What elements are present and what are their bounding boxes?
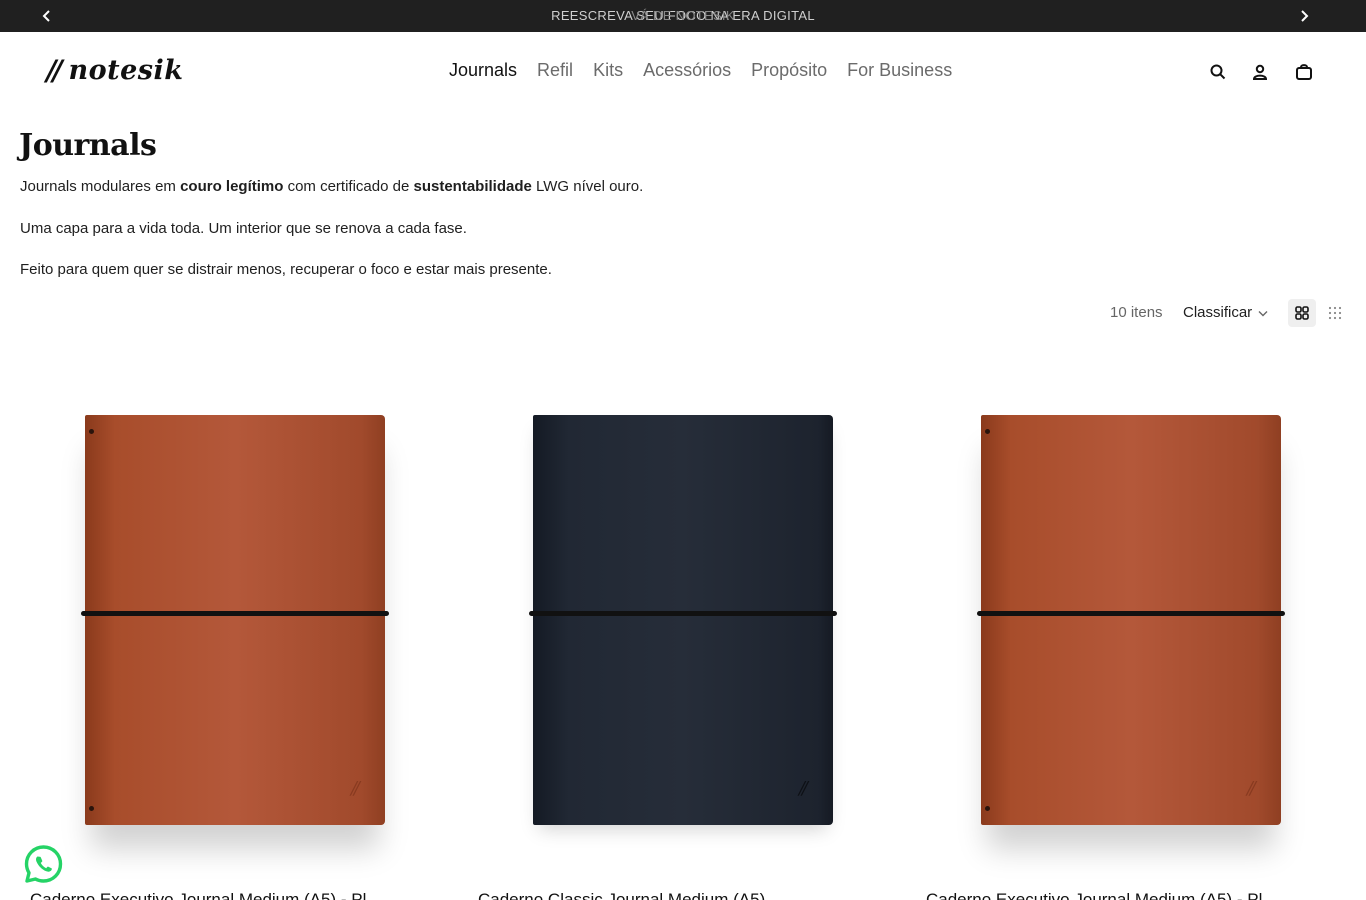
product-image[interactable]: // — [468, 360, 898, 880]
brand-mark-icon: // — [1246, 778, 1256, 799]
binding-hole — [985, 806, 990, 811]
grid-4-view-button[interactable] — [1321, 299, 1349, 327]
logo-slashes: // — [46, 53, 63, 87]
nav-item-proposito[interactable]: Propósito — [751, 58, 827, 82]
header-icons — [1206, 60, 1316, 84]
search-icon — [1210, 64, 1226, 80]
notebook-cover-brown: // — [977, 415, 1285, 825]
intro-text: com certificado de — [283, 178, 414, 195]
nav-item-journals[interactable]: Journals — [449, 58, 517, 82]
elastic-band — [977, 611, 1285, 616]
brand-mark-icon: // — [350, 778, 360, 799]
sort-dropdown[interactable]: Classificar — [1183, 303, 1268, 323]
whatsapp-icon — [24, 845, 63, 883]
chevron-down-icon — [1258, 310, 1268, 316]
account-icon — [1252, 64, 1268, 80]
binding-hole — [985, 429, 990, 434]
whatsapp-button[interactable] — [23, 844, 64, 885]
intro-text: Journals modulares em — [20, 178, 181, 195]
intro-paragraph-2: Uma capa para a vida toda. Um interior q… — [20, 220, 467, 237]
announcement-bar: REESCREVA SEU FOCO NA ERA DIGITAL VÁ DE … — [0, 0, 1366, 32]
brand-mark-icon: // — [798, 778, 808, 799]
page-title: Journals — [19, 128, 157, 163]
logo-text: notesik — [68, 54, 184, 86]
item-count: 10 itens — [1110, 304, 1163, 321]
intro-paragraph-1: Journals modulares em couro legítimo com… — [20, 177, 643, 197]
nav-item-for-business[interactable]: For Business — [847, 58, 952, 82]
site-header: // notesik Journals Refil Kits Acessório… — [0, 32, 1366, 110]
nav-item-kits[interactable]: Kits — [593, 58, 623, 82]
grid-4-icon — [1328, 306, 1342, 320]
nav-item-acessorios[interactable]: Acessórios — [643, 58, 731, 82]
intro-bold-text: couro legítimo — [180, 178, 284, 195]
announcement-next-button[interactable] — [1288, 0, 1320, 32]
intro-paragraph-3: Feito para quem quer se distrair menos, … — [20, 261, 552, 278]
logo[interactable]: // notesik — [46, 52, 183, 88]
account-button[interactable] — [1248, 60, 1272, 84]
notebook-cover-black: // — [529, 415, 837, 825]
product-name[interactable]: Caderno Executivo Journal Medium (A5) - … — [30, 890, 366, 900]
binding-hole — [89, 429, 94, 434]
product-name[interactable]: Caderno Classic Journal Medium (A5) — [478, 890, 765, 900]
nav-item-refil[interactable]: Refil — [537, 58, 573, 82]
product-image[interactable]: // — [916, 360, 1346, 880]
product-card[interactable]: // Caderno Classic Journal Medium (A5) — [468, 360, 898, 900]
grid-2-view-button[interactable] — [1288, 299, 1316, 327]
intro-text: LWG nível ouro. — [531, 178, 644, 195]
announcement-message-next: VÁ DE NOTESIK — [631, 8, 735, 23]
cart-icon — [1296, 64, 1312, 80]
intro-bold-text: sustentabilidade — [413, 178, 532, 195]
product-card[interactable]: // Caderno Executivo Journal Medium (A5)… — [916, 360, 1346, 900]
notebook-cover-brown: // — [81, 415, 389, 825]
chevron-right-icon — [1301, 10, 1309, 22]
binding-hole — [89, 806, 94, 811]
main-nav: Journals Refil Kits Acessórios Propósito… — [449, 58, 952, 82]
elastic-band — [529, 611, 837, 616]
search-button[interactable] — [1206, 60, 1230, 84]
product-card[interactable]: // Caderno Executivo Journal Medium (A5)… — [20, 360, 450, 900]
product-image[interactable]: // — [20, 360, 450, 880]
cart-button[interactable] — [1292, 60, 1316, 84]
grid-2-icon — [1295, 306, 1309, 320]
sort-label: Classificar — [1183, 304, 1253, 321]
elastic-band — [81, 611, 389, 616]
product-name[interactable]: Caderno Executivo Journal Medium (A5) - … — [926, 890, 1262, 900]
